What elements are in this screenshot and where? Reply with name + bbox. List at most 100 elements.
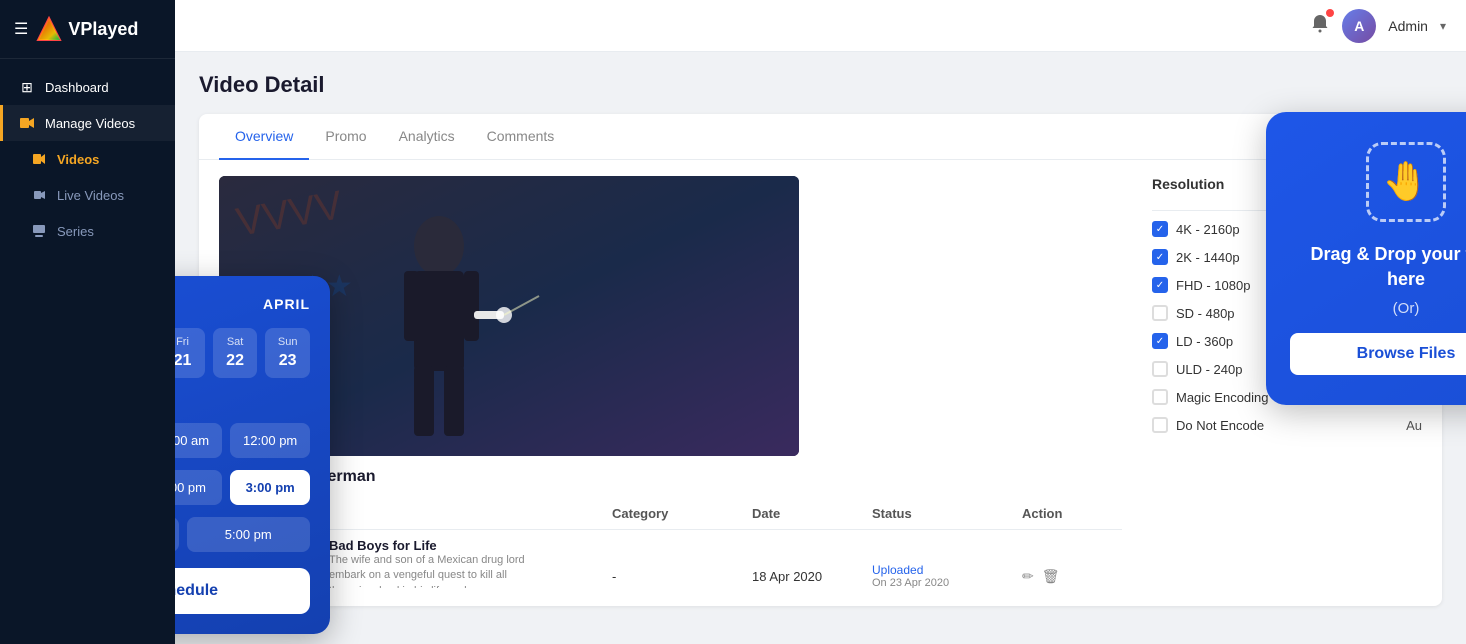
calendar-day-4[interactable]: Sun 23 (265, 328, 310, 378)
sidebar-item-dashboard[interactable]: ⊞ Dashboard (0, 69, 175, 105)
row1-status-date: On 23 Apr 2020 (872, 577, 1022, 588)
drag-or: (Or) (1290, 300, 1466, 317)
sidebar-item-series[interactable]: Series (0, 213, 175, 249)
sidebar-item-label: Dashboard (45, 80, 109, 95)
res-checkbox-0[interactable]: ✓ (1152, 221, 1168, 237)
time-label: TIME (175, 396, 310, 411)
calendar-header: DATE APRIL (175, 296, 310, 312)
day-num-4: 23 (279, 352, 297, 370)
delete-icon[interactable]: 🗑 (1042, 568, 1060, 585)
page-content: Video Detail Overview Promo Analytics Co… (175, 52, 1466, 644)
notification-button[interactable] (1310, 13, 1330, 38)
res-label-1: 2K - 1440p (1176, 250, 1240, 265)
res-checkbox-6[interactable] (1152, 389, 1168, 405)
time-slot-2[interactable]: 12:00 pm (230, 423, 310, 458)
drag-hand-icon: 🤚 (1382, 160, 1429, 204)
res-label-0: 4K - 2160p (1176, 222, 1240, 237)
res-checkbox-1[interactable]: ✓ (1152, 249, 1168, 265)
col-date: Date (752, 506, 872, 521)
tab-analytics[interactable]: Analytics (383, 114, 471, 160)
col-status: Status (872, 506, 1022, 521)
sidebar-item-label: Manage Videos (45, 116, 135, 131)
drag-icon-wrapper: 🤚 (1366, 142, 1446, 222)
row1-status: Uploaded On 23 Apr 2020 (872, 563, 1022, 588)
video-title: Batman V Superman (219, 468, 1122, 486)
res-checkbox-5[interactable] (1152, 361, 1168, 377)
calendar-times-row1: 10:00 am 11:00 am 12:00 pm (175, 423, 310, 458)
res-label-4: LD - 360p (1176, 334, 1233, 349)
sidebar-item-live-videos[interactable]: Live Videos (0, 177, 175, 213)
series-icon-svg (32, 224, 46, 238)
res-label-5: ULD - 240p (1176, 362, 1242, 377)
time-slot-1[interactable]: 11:00 am (175, 423, 222, 458)
topbar: A Admin ▾ (175, 0, 1466, 52)
table-header: Title Category Date Status Action (219, 498, 1122, 530)
series-icon (31, 223, 47, 239)
tabs-bar: Overview Promo Analytics Comments (199, 114, 1442, 160)
sidebar-item-label: Live Videos (57, 188, 124, 203)
live-icon (32, 188, 46, 202)
avatar-image: A (1342, 9, 1376, 43)
tab-overview[interactable]: Overview (219, 114, 309, 160)
res-checkbox-3[interactable] (1152, 305, 1168, 321)
table-section: Title Category Date Status Action (219, 498, 1122, 588)
row1-status-text: Uploaded (872, 563, 1022, 577)
sidebar-item-label: Series (57, 224, 94, 239)
table-row: Bad Boys for Life The wife and son of a … (219, 530, 1122, 588)
tab-comments[interactable]: Comments (471, 114, 571, 160)
day-num-3: 22 (226, 352, 244, 370)
time-slot-6[interactable]: 4:00 pm (175, 517, 179, 552)
dashboard-icon: ⊞ (19, 79, 35, 95)
col-category: Category (612, 506, 752, 521)
video-detail-card: Overview Promo Analytics Comments (199, 114, 1442, 606)
logo-text: VPlayed (68, 19, 138, 40)
video-detail-content: VVVV ★★ OK (199, 160, 1442, 604)
sidebar-item-label: Videos (57, 152, 99, 167)
time-slot-5[interactable]: 3:00 pm (230, 470, 310, 505)
drag-title: Drag & Drop your files here (1290, 242, 1466, 292)
schedule-button[interactable]: Schedule (175, 568, 310, 614)
calendar-days: Wed 19 Thu 20 Fri 21 Sat 22 Sun 23 (175, 328, 310, 378)
res-checkbox-7[interactable] (1152, 417, 1168, 433)
video-section: VVVV ★★ OK (219, 176, 1122, 588)
day-name-3: Sat (227, 336, 244, 348)
sidebar-nav: ⊞ Dashboard Manage Videos Videos (0, 59, 175, 259)
calendar-times-row3: 4:00 pm 5:00 pm (175, 517, 310, 552)
tab-promo[interactable]: Promo (309, 114, 382, 160)
row1-category: - (612, 569, 752, 584)
calendar-day-2[interactable]: Fri 21 (175, 328, 205, 378)
day-name-4: Sun (278, 336, 298, 348)
admin-label: Admin (1388, 18, 1428, 34)
res-label-6: Magic Encoding (1176, 390, 1269, 405)
calendar-month-label: APRIL (263, 296, 310, 312)
time-slot-7[interactable]: 5:00 pm (187, 517, 311, 552)
res-label-2: FHD - 1080p (1176, 278, 1250, 293)
sidebar: ☰ VPlayed ⊞ Dashboard (0, 0, 175, 644)
res-checkbox-2[interactable]: ✓ (1152, 277, 1168, 293)
day-name-2: Fri (176, 336, 189, 348)
drag-drop-panel: 🤚 Drag & Drop your files here (Or) Brows… (1266, 112, 1466, 405)
video-icon (32, 152, 46, 166)
res-label-3: SD - 480p (1176, 306, 1235, 321)
page-title: Video Detail (199, 72, 1442, 98)
calendar-panel: DATE APRIL Wed 19 Thu 20 Fri 21 Sat (175, 276, 330, 634)
row1-title: Bad Boys for Life (329, 538, 529, 553)
video-cam-icon (20, 116, 34, 130)
sidebar-item-manage-videos[interactable]: Manage Videos (0, 105, 175, 141)
admin-dropdown-arrow[interactable]: ▾ (1440, 19, 1446, 33)
calendar-times-row2: 1:00 pm 2:00 pm 3:00 pm (175, 470, 310, 505)
notification-badge (1326, 9, 1334, 17)
sidebar-item-videos[interactable]: Videos (0, 141, 175, 177)
calendar-day-3[interactable]: Sat 22 (213, 328, 258, 378)
avatar: A (1342, 9, 1376, 43)
main-content: A Admin ▾ Video Detail Overview Promo An… (175, 0, 1466, 644)
res-size-7: Au (1406, 418, 1422, 433)
row1-date: 18 Apr 2020 (752, 569, 872, 584)
res-checkbox-4[interactable]: ✓ (1152, 333, 1168, 349)
col-action: Action (1022, 506, 1122, 521)
row1-desc: The wife and son of a Mexican drug lord … (329, 553, 529, 588)
browse-files-button[interactable]: Browse Files (1290, 333, 1466, 375)
time-slot-4[interactable]: 2:00 pm (175, 470, 222, 505)
hamburger-icon[interactable]: ☰ (14, 19, 28, 39)
edit-icon[interactable]: ✏ (1022, 568, 1034, 585)
